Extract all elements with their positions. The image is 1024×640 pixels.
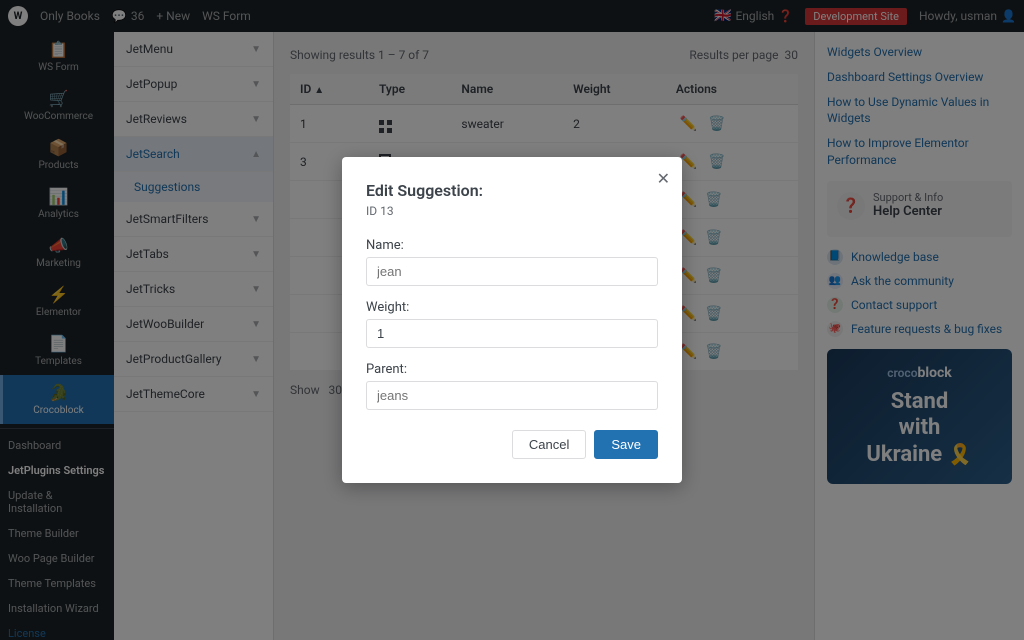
weight-label: Weight: [366,300,658,315]
cancel-button[interactable]: Cancel [512,430,586,459]
modal-close-button[interactable]: ✕ [657,169,670,189]
modal-title: Edit Suggestion: [366,181,658,200]
modal-subtitle: ID 13 [366,204,658,218]
name-label: Name: [366,238,658,253]
name-input[interactable] [366,257,658,286]
parent-label: Parent: [366,362,658,377]
name-field-row: Name: [366,238,658,286]
modal-overlay[interactable]: ✕ Edit Suggestion: ID 13 Name: Weight: P… [0,0,1024,640]
modal-actions: Cancel Save [366,430,658,459]
parent-input[interactable] [366,381,658,410]
save-button[interactable]: Save [594,430,658,459]
parent-field-row: Parent: [366,362,658,410]
edit-suggestion-modal: ✕ Edit Suggestion: ID 13 Name: Weight: P… [342,157,682,483]
weight-input[interactable] [366,319,658,348]
weight-field-row: Weight: [366,300,658,348]
